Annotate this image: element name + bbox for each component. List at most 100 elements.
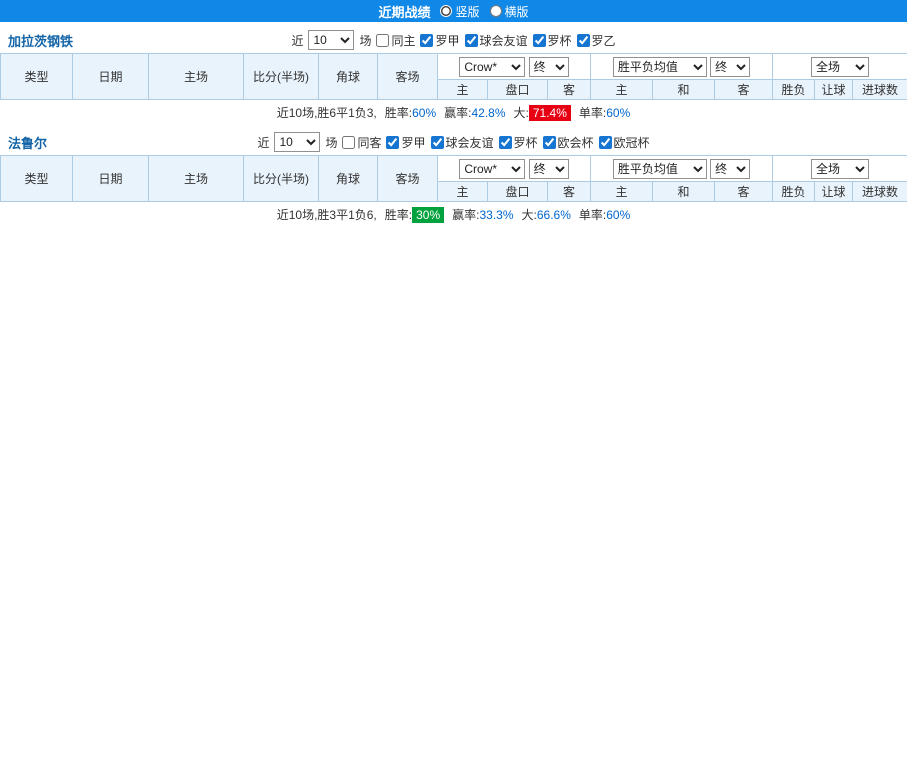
same-venue-label: 同主 xyxy=(391,32,415,49)
summary-stat-label: 单率: xyxy=(579,208,606,222)
league-checkbox[interactable] xyxy=(431,136,444,149)
horizontal-label: 横版 xyxy=(505,3,529,20)
col-type: 类型 xyxy=(1,54,73,100)
league-filter-option[interactable]: 罗甲 xyxy=(420,32,459,49)
league-label: 球会友谊 xyxy=(446,134,494,151)
league-checkbox[interactable] xyxy=(465,34,478,47)
league-label: 罗杯 xyxy=(514,134,538,151)
col-avg-draw: 和 xyxy=(653,182,715,202)
layout-vertical-option[interactable]: 竖版 xyxy=(440,3,479,20)
col-handicap: 盘口 xyxy=(488,182,548,202)
summary-stat-value: 60% xyxy=(606,208,630,222)
summary-stat: 大:71.4% xyxy=(514,104,571,121)
avg-odds-select[interactable]: 胜平负均值 xyxy=(613,57,707,77)
league-filter-option[interactable]: 罗杯 xyxy=(499,134,538,151)
league-filter-option[interactable]: 球会友谊 xyxy=(465,32,528,49)
summary-record: 近10场,胜6平1负3, xyxy=(277,104,377,121)
avg-odds-select[interactable]: 胜平负均值 xyxy=(613,159,707,179)
summary-stat-label: 单率: xyxy=(579,106,606,120)
col-let: 让球 xyxy=(815,80,853,100)
col-goals: 进球数 xyxy=(853,80,907,100)
col-avg-home: 主 xyxy=(591,80,653,100)
vertical-radio[interactable] xyxy=(440,5,452,17)
summary-stat-value: 42.8% xyxy=(471,106,505,120)
league-label: 罗甲 xyxy=(401,134,425,151)
summary-stat: 赢率:33.3% xyxy=(452,206,513,223)
col-score: 比分(半场) xyxy=(244,54,319,100)
league-filter-option[interactable]: 欧会杯 xyxy=(543,134,594,151)
summary-stat-label: 胜率: xyxy=(385,106,412,120)
same-venue-checkbox[interactable] xyxy=(376,34,389,47)
league-label: 罗甲 xyxy=(435,32,459,49)
same-venue-option[interactable]: 同主 xyxy=(376,32,415,49)
avg-final-select[interactable]: 终 xyxy=(710,57,750,77)
league-checkbox[interactable] xyxy=(420,34,433,47)
summary-stat-value: 60% xyxy=(412,106,436,120)
league-checkbox[interactable] xyxy=(577,34,590,47)
summary-line: 近10场,胜6平1负3,胜率:60%赢率:42.8%大:71.4%单率:60% xyxy=(0,100,907,124)
summary-stat: 胜率:30% xyxy=(385,206,444,223)
scope-header: 全场 xyxy=(773,156,907,182)
filter-bar: 法鲁尔 近 10 场 同客 罗甲球会友谊罗杯欧会杯欧冠杯 xyxy=(0,129,907,155)
odds-final-select[interactable]: 终 xyxy=(529,57,569,77)
summary-stat-label: 赢率: xyxy=(452,208,479,222)
summary-stat-value: 66.6% xyxy=(537,208,571,222)
page-title: 近期战绩 xyxy=(378,2,430,21)
summary-stat: 单率:60% xyxy=(579,104,630,121)
league-checkbox[interactable] xyxy=(499,136,512,149)
league-checkbox[interactable] xyxy=(533,34,546,47)
odds-source-header: Crow* 终 xyxy=(438,156,591,182)
horizontal-radio[interactable] xyxy=(490,5,502,17)
league-checkbox[interactable] xyxy=(599,136,612,149)
odds-source-header: Crow* 终 xyxy=(438,54,591,80)
scope-select[interactable]: 全场 xyxy=(811,57,869,77)
summary-line: 近10场,胜3平1负6, 胜率:30% 赢率:33.3% 大:66.6% 单率:60% xyxy=(0,202,907,226)
scope-header: 全场 xyxy=(773,54,907,80)
league-filter-option[interactable]: 罗甲 xyxy=(386,134,425,151)
avg-final-select[interactable]: 终 xyxy=(710,159,750,179)
summary-stat-value: 33.3% xyxy=(479,208,513,222)
league-filter-option[interactable]: 球会友谊 xyxy=(431,134,494,151)
same-venue-option[interactable]: 同客 xyxy=(342,134,381,151)
games-label: 场 xyxy=(325,134,337,151)
summary-record: 近10场,胜3平1负6, xyxy=(277,206,377,223)
summary-stat-badge: 71.4% xyxy=(529,105,571,121)
league-filter-option[interactable]: 欧冠杯 xyxy=(599,134,650,151)
col-avg-draw: 和 xyxy=(653,80,715,100)
odds-source-select[interactable]: Crow* xyxy=(459,159,525,179)
col-home: 主场 xyxy=(149,54,244,100)
col-result: 胜负 xyxy=(773,80,815,100)
odds-source-select[interactable]: Crow* xyxy=(459,57,525,77)
recent-count-select[interactable]: 10 xyxy=(308,30,354,50)
same-venue-checkbox[interactable] xyxy=(342,136,355,149)
league-filters: 罗甲球会友谊罗杯罗乙 xyxy=(420,32,615,49)
league-filter-option[interactable]: 罗杯 xyxy=(533,32,572,49)
scope-select[interactable]: 全场 xyxy=(811,159,869,179)
col-result: 胜负 xyxy=(773,182,815,202)
league-checkbox[interactable] xyxy=(543,136,556,149)
summary-stat-value: 60% xyxy=(606,106,630,120)
league-checkbox[interactable] xyxy=(386,136,399,149)
summary-stat-label: 大: xyxy=(514,106,529,120)
avg-odds-header: 胜平负均值 终 xyxy=(591,54,773,80)
recent-matches-table: 类型 日期 主场 比分(半场) 角球 客场 Crow* 终 胜平负均值 终 全场 xyxy=(0,53,907,100)
games-label: 场 xyxy=(359,32,371,49)
team-name: 法鲁尔 xyxy=(8,133,47,152)
col-odds-away: 客 xyxy=(548,80,591,100)
col-corner: 角球 xyxy=(319,156,378,202)
layout-horizontal-option[interactable]: 横版 xyxy=(490,3,529,20)
col-away: 客场 xyxy=(378,54,438,100)
summary-stat-label: 大: xyxy=(522,208,537,222)
col-handicap: 盘口 xyxy=(488,80,548,100)
league-label: 欧会杯 xyxy=(558,134,594,151)
odds-final-select[interactable]: 终 xyxy=(529,159,569,179)
near-label: 近 xyxy=(291,32,303,49)
recent-count-select[interactable]: 10 xyxy=(274,132,320,152)
col-corner: 角球 xyxy=(319,54,378,100)
topbar: 近期战绩 竖版 横版 xyxy=(0,0,907,22)
filter-bar: 加拉茨钢铁 近 10 场 同主 罗甲球会友谊罗杯罗乙 xyxy=(0,27,907,53)
summary-stat-label: 赢率: xyxy=(444,106,471,120)
league-filter-option[interactable]: 罗乙 xyxy=(577,32,616,49)
summary-stat: 胜率:60% xyxy=(385,104,436,121)
col-date: 日期 xyxy=(73,156,149,202)
